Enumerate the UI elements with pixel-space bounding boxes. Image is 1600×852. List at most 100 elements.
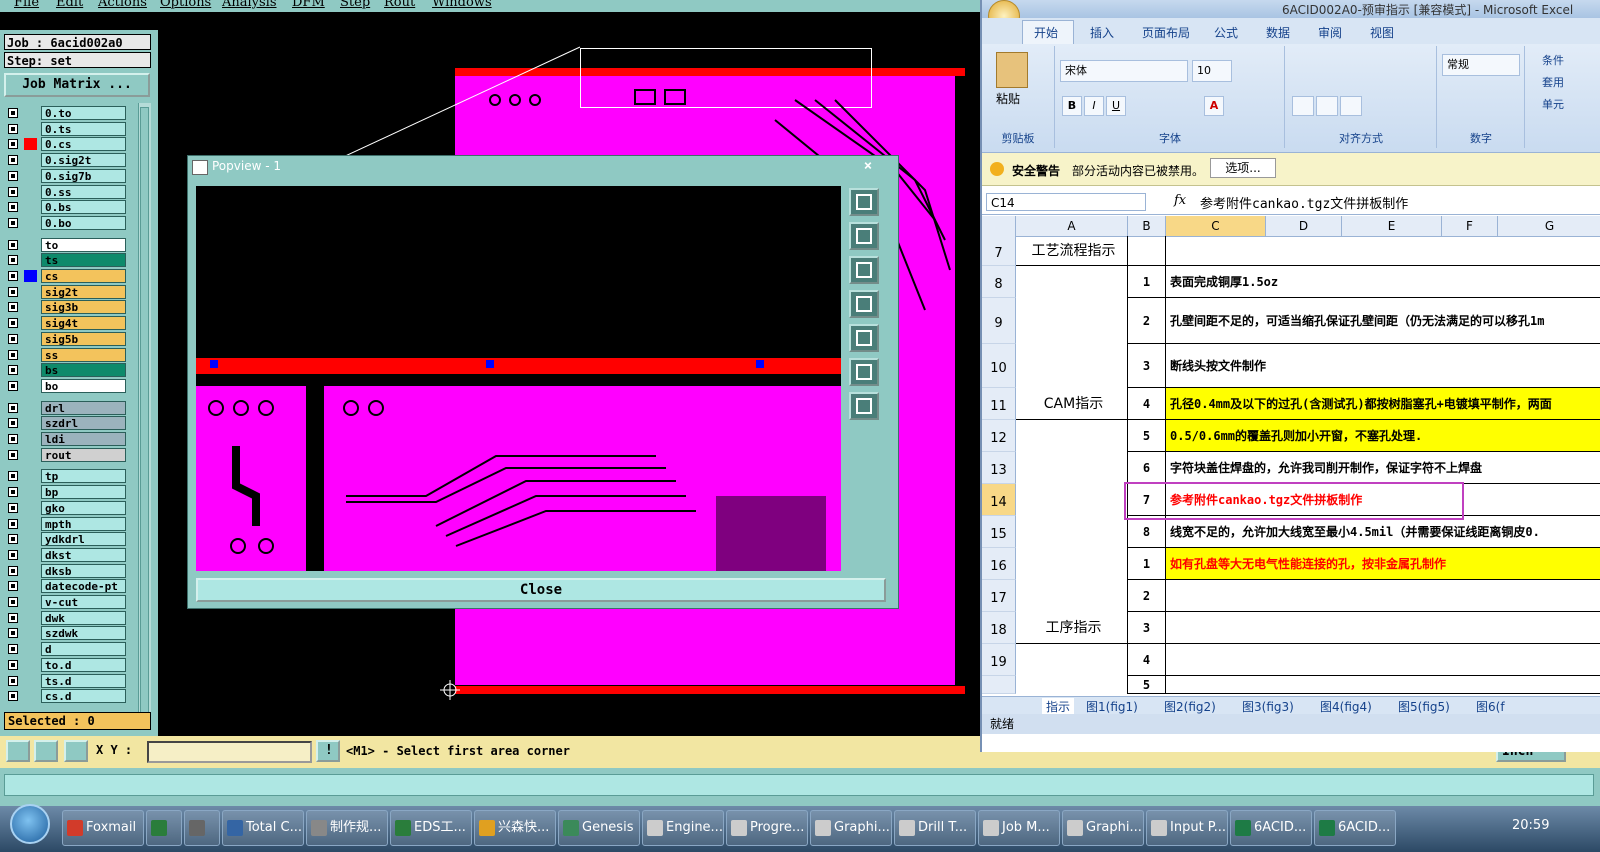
popview-close-button[interactable]: Close — [196, 578, 886, 602]
cell[interactable]: 6 — [1128, 452, 1166, 484]
layer-checkbox[interactable] — [8, 155, 18, 166]
taskbar-item[interactable] — [146, 810, 182, 846]
layer-name[interactable]: d — [41, 642, 126, 657]
layer-checkbox[interactable] — [8, 365, 18, 376]
tab-review[interactable]: 审阅 — [1318, 24, 1342, 41]
cell[interactable]: 2 — [1128, 298, 1166, 344]
layer-row[interactable]: sig5b — [4, 331, 126, 346]
layer-row[interactable]: datecode-pt — [4, 579, 126, 594]
zoom-out-button[interactable] — [849, 392, 879, 420]
align-center-button[interactable] — [1316, 96, 1338, 116]
layer-row[interactable]: 0.sig2t — [4, 153, 126, 168]
italic-button[interactable]: I — [1084, 96, 1104, 116]
layer-checkbox[interactable] — [8, 302, 18, 313]
taskbar-item[interactable]: EDS工... — [390, 810, 472, 846]
layer-checkbox[interactable] — [8, 402, 18, 413]
row-header[interactable]: 11 — [982, 388, 1016, 420]
column-header[interactable]: C — [1166, 216, 1266, 236]
layer-name[interactable]: 0.sig2t — [41, 153, 126, 168]
snap-tool-button[interactable] — [6, 740, 30, 762]
sheet-grid[interactable]: 7 工艺流程指示 8 1 表面完成铜厚1.5oz 9 2 孔壁间距不足的，可适当缩孔保证孔壁间… — [982, 236, 1600, 696]
row-header[interactable]: 17 — [982, 580, 1016, 612]
column-header[interactable]: B — [1128, 216, 1166, 236]
layer-checkbox[interactable] — [8, 628, 18, 639]
security-options-button[interactable]: 选项... — [1210, 158, 1276, 178]
layer-name[interactable]: szdwk — [41, 626, 126, 641]
cell[interactable] — [1016, 644, 1128, 676]
layer-row[interactable]: bs — [4, 363, 126, 378]
taskbar-item[interactable]: Drill T... — [894, 810, 976, 846]
cell[interactable] — [1166, 676, 1600, 694]
format-table-button[interactable]: 套用 — [1542, 74, 1564, 90]
row-header[interactable]: 16 — [982, 548, 1016, 580]
layer-scrollbar[interactable] — [138, 103, 151, 720]
command-line[interactable] — [4, 774, 1594, 796]
tab-page-layout[interactable]: 页面布局 — [1142, 24, 1190, 41]
layer-row[interactable]: sig2t — [4, 284, 126, 299]
layer-checkbox[interactable] — [8, 534, 18, 545]
cell-styles-button[interactable]: 单元 — [1542, 96, 1564, 112]
cell[interactable]: 1 — [1128, 548, 1166, 580]
tab-insert[interactable]: 插入 — [1090, 24, 1114, 41]
row-header[interactable]: 9 — [982, 298, 1016, 344]
taskbar-item[interactable] — [184, 810, 220, 846]
layer-row[interactable]: szdwk — [4, 626, 126, 641]
layer-row[interactable]: rout — [4, 447, 126, 462]
row-header[interactable]: 18 — [982, 612, 1016, 644]
layer-name[interactable]: mpth — [41, 516, 126, 531]
layer-row[interactable]: to — [4, 237, 126, 252]
layer-name[interactable]: ss — [41, 347, 126, 362]
layer-name[interactable]: tp — [41, 469, 126, 484]
layer-checkbox[interactable] — [8, 286, 18, 297]
layer-checkbox[interactable] — [8, 675, 18, 686]
cell[interactable]: 1 — [1128, 266, 1166, 298]
layer-checkbox[interactable] — [8, 597, 18, 607]
cell[interactable]: 孔壁间距不足的，可适当缩孔保证孔壁间距（仍无法满足的可以移孔1m — [1166, 298, 1600, 344]
row-header[interactable]: 8 — [982, 266, 1016, 298]
bold-button[interactable]: B — [1062, 96, 1082, 116]
taskbar-item[interactable]: Progre... — [726, 810, 808, 846]
column-header[interactable]: D — [1266, 216, 1342, 236]
layer-checkbox[interactable] — [8, 186, 18, 197]
layer-row[interactable]: sig4t — [4, 316, 126, 331]
measure-tool-button[interactable] — [34, 740, 58, 762]
cell[interactable]: 孔径0.4mm及以下的过孔(含测试孔)都按树脂塞孔+电镀填平制作，两面 — [1166, 388, 1600, 420]
cell[interactable]: 线宽不足的，允许加大线宽至最小4.5mil（并需要保证线距离铜皮0. — [1166, 516, 1600, 548]
layer-name[interactable]: rout — [41, 447, 126, 462]
sheet-tab[interactable]: 图6(f — [1476, 698, 1505, 715]
paste-label[interactable]: 粘贴 — [996, 90, 1020, 107]
alert-button[interactable]: ! — [316, 740, 340, 762]
layer-row[interactable]: ss — [4, 347, 126, 362]
layer-row[interactable]: 0.bs — [4, 200, 126, 215]
layer-row[interactable]: bo — [4, 378, 126, 393]
cell[interactable] — [1016, 580, 1128, 612]
layer-checkbox[interactable] — [8, 612, 18, 623]
taskbar-item[interactable]: 6ACID... — [1230, 810, 1312, 846]
cell[interactable]: 5 — [1128, 676, 1166, 694]
layer-checkbox[interactable] — [8, 518, 18, 529]
layer-row[interactable]: 0.bo — [4, 215, 126, 230]
cell[interactable]: 5 — [1128, 420, 1166, 452]
row-header[interactable]: 12 — [982, 420, 1016, 452]
layer-name[interactable]: bs — [41, 363, 126, 378]
layer-name[interactable]: bo — [41, 378, 126, 393]
layer-row[interactable]: dwk — [4, 610, 126, 625]
cell[interactable]: 参考附件cankao.tgz文件拼板制作 — [1166, 484, 1600, 516]
layer-name[interactable]: 0.bs — [41, 200, 126, 215]
layer-checkbox[interactable] — [8, 380, 18, 391]
zoom-in-button[interactable] — [849, 358, 879, 386]
menu-dfm[interactable]: DFM — [292, 0, 325, 10]
layer-row[interactable]: 0.to — [4, 106, 126, 120]
cell[interactable] — [1128, 236, 1166, 266]
cell[interactable]: 4 — [1128, 388, 1166, 420]
column-header[interactable]: G — [1498, 216, 1600, 236]
close-icon[interactable]: × — [848, 158, 888, 174]
layer-name[interactable]: szdrl — [41, 416, 126, 431]
tab-data[interactable]: 数据 — [1266, 24, 1290, 41]
cell[interactable]: 表面完成铜厚1.5oz — [1166, 266, 1600, 298]
sheet-tab[interactable]: 图5(fig5) — [1398, 698, 1450, 715]
layer-checkbox[interactable] — [8, 318, 18, 329]
layer-checkbox[interactable] — [8, 202, 18, 213]
cell[interactable] — [1016, 452, 1128, 484]
cell[interactable] — [1016, 298, 1128, 344]
